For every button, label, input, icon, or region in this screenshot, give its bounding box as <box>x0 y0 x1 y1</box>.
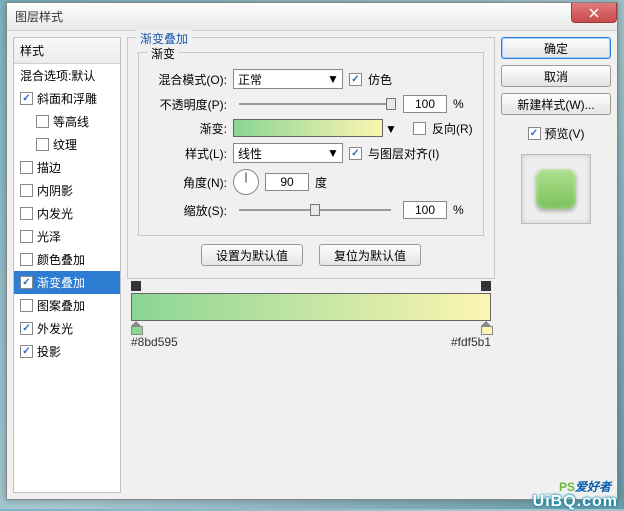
dither-label: 仿色 <box>368 71 392 88</box>
chevron-down-icon: ▼ <box>326 146 340 160</box>
window-title: 图层样式 <box>15 8 63 25</box>
scale-label: 缩放(S): <box>149 202 227 219</box>
dialog-content: 样式 混合选项:默认 斜面和浮雕 等高线 纹理 描边 内阴影 内发光 光泽 颜色… <box>7 31 617 499</box>
sidebar-item-inner-glow[interactable]: 内发光 <box>14 202 120 225</box>
style-select[interactable]: 线性 ▼ <box>233 143 343 163</box>
gradient-overlay-fieldset: 渐变叠加 渐变 混合模式(O): 正常 ▼ 仿色 不透明度(P): <box>127 37 495 279</box>
slider-thumb[interactable] <box>310 204 320 216</box>
layer-style-dialog: 图层样式 样式 混合选项:默认 斜面和浮雕 等高线 纹理 描边 内阴影 内发光 … <box>6 2 618 500</box>
sidebar-item-drop-shadow[interactable]: 投影 <box>14 340 120 363</box>
blend-mode-label: 混合模式(O): <box>149 71 227 88</box>
sidebar-header: 样式 <box>14 38 120 64</box>
sidebar-item-color-overlay[interactable]: 颜色叠加 <box>14 248 120 271</box>
default-buttons-row: 设置为默认值 复位为默认值 <box>138 244 484 266</box>
checkbox-icon[interactable] <box>36 138 49 151</box>
ok-button[interactable]: 确定 <box>501 37 611 59</box>
opacity-value[interactable]: 100 <box>403 95 447 113</box>
reset-default-button[interactable]: 复位为默认值 <box>319 244 421 266</box>
opacity-stop-left[interactable] <box>131 281 141 291</box>
checkbox-icon[interactable] <box>20 230 33 243</box>
style-label: 样式(L): <box>149 145 227 162</box>
main-panel: 渐变叠加 渐变 混合模式(O): 正常 ▼ 仿色 不透明度(P): <box>127 37 495 493</box>
opacity-unit: % <box>453 97 473 111</box>
preview-label: 预览(V) <box>545 125 585 142</box>
sidebar-blend-defaults[interactable]: 混合选项:默认 <box>14 64 120 87</box>
checkbox-icon[interactable] <box>20 92 33 105</box>
row-gradient: 渐变: ▼ 反向(R) <box>149 119 473 137</box>
preview-box <box>521 154 591 224</box>
sidebar-item-bevel[interactable]: 斜面和浮雕 <box>14 87 120 110</box>
preview-checkbox[interactable] <box>528 127 541 140</box>
checkbox-icon[interactable] <box>20 322 33 335</box>
sidebar-item-contour[interactable]: 等高线 <box>14 110 120 133</box>
reverse-label: 反向(R) <box>432 120 473 137</box>
checkbox-icon[interactable] <box>20 184 33 197</box>
row-scale: 缩放(S): 100 % <box>149 201 473 219</box>
close-button[interactable] <box>571 3 617 23</box>
sidebar-item-outer-glow[interactable]: 外发光 <box>14 317 120 340</box>
angle-value[interactable]: 90 <box>265 173 309 191</box>
sidebar-item-gradient-overlay[interactable]: 渐变叠加 <box>14 271 120 294</box>
cancel-button[interactable]: 取消 <box>501 65 611 87</box>
sidebar-item-satin[interactable]: 光泽 <box>14 225 120 248</box>
gradient-bar-wrap <box>131 293 491 321</box>
slider-thumb[interactable] <box>386 98 396 110</box>
opacity-slider[interactable] <box>239 103 391 105</box>
new-style-button[interactable]: 新建样式(W)... <box>501 93 611 115</box>
gradient-group: 渐变 混合模式(O): 正常 ▼ 仿色 不透明度(P): 100 <box>138 52 484 236</box>
align-label: 与图层对齐(I) <box>368 145 439 162</box>
checkbox-icon[interactable] <box>20 161 33 174</box>
angle-dial[interactable] <box>233 169 259 195</box>
opacity-label: 不透明度(P): <box>149 96 227 113</box>
row-blend-mode: 混合模式(O): 正常 ▼ 仿色 <box>149 69 473 89</box>
close-icon <box>589 8 599 18</box>
titlebar[interactable]: 图层样式 <box>7 3 617 31</box>
chevron-down-icon: ▼ <box>326 72 340 86</box>
gradient-preview[interactable]: ▼ <box>233 119 383 137</box>
reverse-checkbox[interactable] <box>413 122 426 135</box>
scale-value[interactable]: 100 <box>403 201 447 219</box>
checkbox-icon[interactable] <box>36 115 49 128</box>
gradient-editor: #8bd595 #fdf5b1 <box>127 293 495 349</box>
checkbox-icon[interactable] <box>20 345 33 358</box>
hex-left: #8bd595 <box>131 335 178 349</box>
checkbox-icon[interactable] <box>20 207 33 220</box>
color-stop-left[interactable] <box>131 321 141 333</box>
angle-label: 角度(N): <box>149 174 227 191</box>
scale-unit: % <box>453 203 473 217</box>
group-legend: 渐变 <box>147 45 179 62</box>
opacity-stop-right[interactable] <box>481 281 491 291</box>
sidebar-item-texture[interactable]: 纹理 <box>14 133 120 156</box>
gradient-label: 渐变: <box>149 120 227 137</box>
preview-checkbox-row: 预览(V) <box>501 125 611 142</box>
align-checkbox[interactable] <box>349 147 362 160</box>
row-angle: 角度(N): 90 度 <box>149 169 473 195</box>
hex-right: #fdf5b1 <box>451 335 491 349</box>
angle-unit: 度 <box>315 174 335 191</box>
scale-slider[interactable] <box>239 209 391 211</box>
hex-labels: #8bd595 #fdf5b1 <box>131 335 491 349</box>
checkbox-icon[interactable] <box>20 299 33 312</box>
watermark-site: UiBQ.com <box>533 493 618 511</box>
sidebar-item-stroke[interactable]: 描边 <box>14 156 120 179</box>
checkbox-icon[interactable] <box>20 253 33 266</box>
preview-thumbnail <box>536 169 576 209</box>
sidebar-item-pattern-overlay[interactable]: 图案叠加 <box>14 294 120 317</box>
color-stop-right[interactable] <box>481 321 491 333</box>
right-column: 确定 取消 新建样式(W)... 预览(V) <box>501 37 611 493</box>
row-style: 样式(L): 线性 ▼ 与图层对齐(I) <box>149 143 473 163</box>
row-opacity: 不透明度(P): 100 % <box>149 95 473 113</box>
checkbox-icon[interactable] <box>20 276 33 289</box>
styles-sidebar: 样式 混合选项:默认 斜面和浮雕 等高线 纹理 描边 内阴影 内发光 光泽 颜色… <box>13 37 121 493</box>
chevron-down-icon[interactable]: ▼ <box>384 122 398 136</box>
dither-checkbox[interactable] <box>349 73 362 86</box>
blend-mode-select[interactable]: 正常 ▼ <box>233 69 343 89</box>
gradient-bar[interactable] <box>131 293 491 321</box>
sidebar-item-inner-shadow[interactable]: 内阴影 <box>14 179 120 202</box>
set-default-button[interactable]: 设置为默认值 <box>201 244 303 266</box>
